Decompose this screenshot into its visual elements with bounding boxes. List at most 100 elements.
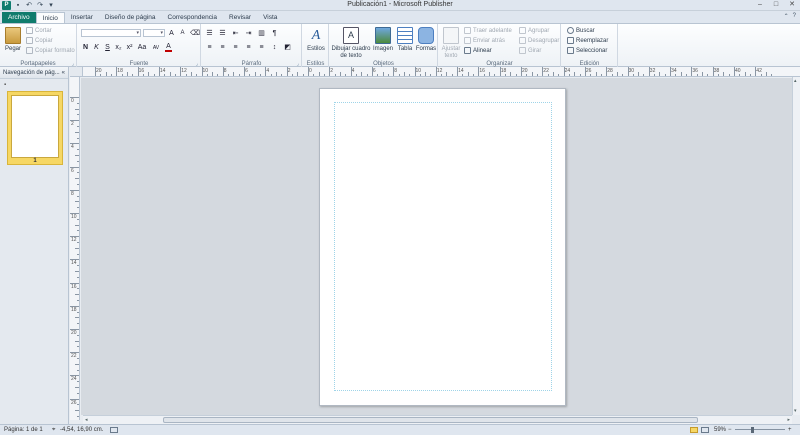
scroll-right-arrow-icon[interactable]: ▸ (787, 417, 790, 423)
vruler-tick (77, 207, 79, 209)
table-button[interactable]: Tabla (394, 27, 416, 53)
page-status[interactable]: Página: 1 de 1 (4, 427, 43, 433)
replace-button[interactable]: Reemplazar (567, 37, 608, 44)
vruler-tick (75, 201, 79, 203)
shrink-font-icon[interactable]: A (179, 30, 186, 36)
distribute-icon[interactable]: ≡ (258, 44, 265, 51)
hruler-tick (355, 74, 357, 76)
hruler-tick (142, 74, 144, 76)
ungroup-button[interactable]: Desagrupar (519, 37, 559, 44)
clear-format-icon[interactable]: ⌫ (190, 29, 200, 37)
select-button[interactable]: Seleccionar (567, 47, 607, 54)
shapes-button[interactable]: Formas (415, 27, 437, 53)
line-spacing-icon[interactable]: ↕ (271, 44, 278, 51)
hruler-tick (361, 72, 363, 76)
tab-insertar[interactable]: Insertar (65, 12, 99, 23)
shapes-icon (418, 27, 434, 44)
font-color-button[interactable]: A (165, 43, 172, 52)
pilcrow-button[interactable]: ¶ (271, 30, 278, 37)
vertical-scrollbar[interactable]: ▴ ▾ (792, 77, 800, 415)
font-size-combo[interactable]: ▾ (143, 29, 165, 37)
scroll-down-arrow-icon[interactable]: ▾ (794, 408, 797, 414)
page-thumbnail-selected[interactable]: 1 (7, 91, 63, 165)
hruler-tick (382, 72, 384, 76)
tab-diseno-pagina[interactable]: Diseño de página (99, 12, 162, 23)
tab-inicio[interactable]: Inicio (35, 12, 65, 23)
hruler-label: 8 (394, 68, 397, 74)
zoom-slider-knob[interactable] (751, 427, 754, 433)
bold-button[interactable]: N (82, 44, 89, 51)
tab-correspondencia[interactable]: Correspondencia (162, 12, 224, 23)
align-right-icon[interactable]: ≡ (232, 44, 239, 51)
underline-button[interactable]: S (104, 44, 111, 51)
cut-button[interactable]: Cortar (26, 27, 52, 34)
hruler-tick (595, 72, 597, 76)
maximize-button[interactable]: □ (768, 0, 784, 10)
bring-forward-button[interactable]: Traer adelante (464, 27, 512, 34)
tab-archivo[interactable]: Archivo (2, 12, 36, 23)
decrease-indent-icon[interactable]: ⇤ (232, 29, 239, 37)
minimize-button[interactable]: – (752, 0, 768, 10)
hruler-tick (547, 74, 549, 76)
zoom-out-icon[interactable]: − (728, 427, 732, 433)
ruler-corner[interactable] (70, 67, 83, 77)
align-left-icon[interactable]: ≡ (206, 44, 213, 51)
single-page-view-icon[interactable] (690, 427, 698, 433)
hruler-tick (350, 67, 352, 76)
help-icon[interactable]: ? (793, 13, 796, 20)
columns-icon[interactable]: ▥ (258, 29, 265, 37)
justify-icon[interactable]: ≡ (245, 44, 252, 51)
bullets-icon[interactable]: ☰ (206, 29, 213, 37)
char-spacing-button[interactable]: AV (151, 45, 161, 51)
group-button[interactable]: Agrupar (519, 27, 549, 34)
copy-button[interactable]: Copiar (26, 37, 53, 44)
scroll-left-arrow-icon[interactable]: ◂ (85, 417, 88, 423)
styles-button[interactable]: A Estilos (305, 27, 327, 53)
change-case-button[interactable]: Aa (137, 44, 147, 51)
adjust-text-button[interactable]: Ajustar texto (440, 27, 462, 59)
horizontal-scroll-thumb[interactable] (163, 417, 698, 423)
ribbon-collapse-icon[interactable]: ⌃ (784, 13, 789, 20)
nav-panel-collapse-icon[interactable]: « (62, 67, 65, 79)
superscript-button[interactable]: x² (126, 44, 133, 51)
italic-button[interactable]: K (93, 44, 100, 51)
hruler-tick (153, 74, 155, 76)
grow-font-icon[interactable]: A (168, 30, 175, 37)
workspace[interactable] (81, 78, 800, 415)
align-button[interactable]: Alinear (464, 47, 492, 54)
group-edicion: Buscar Reemplazar Seleccionar Edición (562, 24, 618, 68)
font-name-combo[interactable]: ▾ (81, 29, 141, 37)
hruler-tick (462, 74, 464, 76)
nav-pin-icon[interactable]: ▪ (4, 82, 6, 88)
draw-text-box-button[interactable]: A Dibujar cuadro de texto (331, 27, 371, 59)
paste-button[interactable]: Pegar (2, 27, 24, 53)
numbering-icon[interactable]: ☰ (219, 29, 226, 37)
tab-revisar[interactable]: Revisar (223, 12, 257, 23)
align-center-icon[interactable]: ≡ (219, 44, 226, 51)
horizontal-scrollbar[interactable]: ◂ ▸ (83, 415, 792, 424)
hruler-tick (110, 74, 112, 76)
vertical-ruler[interactable]: 0246810121416182022242628 (70, 77, 80, 420)
send-backward-button[interactable]: Enviar atrás (464, 37, 505, 44)
hruler-tick (132, 74, 134, 76)
find-button[interactable]: Buscar (567, 27, 595, 34)
increase-indent-icon[interactable]: ⇥ (245, 29, 252, 37)
zoom-in-icon[interactable]: + (788, 427, 792, 433)
two-page-view-icon[interactable] (701, 427, 709, 433)
rotate-button[interactable]: Girar (519, 47, 541, 54)
image-button[interactable]: Imagen (372, 27, 394, 53)
format-painter-button[interactable]: Copiar formato (26, 47, 75, 54)
hruler-tick (505, 74, 507, 76)
zoom-level[interactable]: 59% (714, 427, 726, 433)
horizontal-ruler[interactable]: 20 18 16 14 12 10 8 6 4 2 0 2 4 6 8 10 12 14 16 18 20 22 24 26 2… (83, 67, 800, 77)
shading-icon[interactable]: ◩ (284, 43, 291, 51)
hruler-tick (371, 67, 373, 76)
hruler-tick (366, 74, 368, 76)
zoom-slider[interactable] (735, 427, 785, 433)
tab-vista[interactable]: Vista (257, 12, 283, 23)
hruler-tick (680, 72, 682, 76)
subscript-button[interactable]: x₂ (115, 44, 122, 51)
close-button[interactable]: ✕ (784, 0, 800, 10)
publication-page[interactable] (319, 88, 566, 406)
scroll-up-arrow-icon[interactable]: ▴ (794, 78, 797, 84)
